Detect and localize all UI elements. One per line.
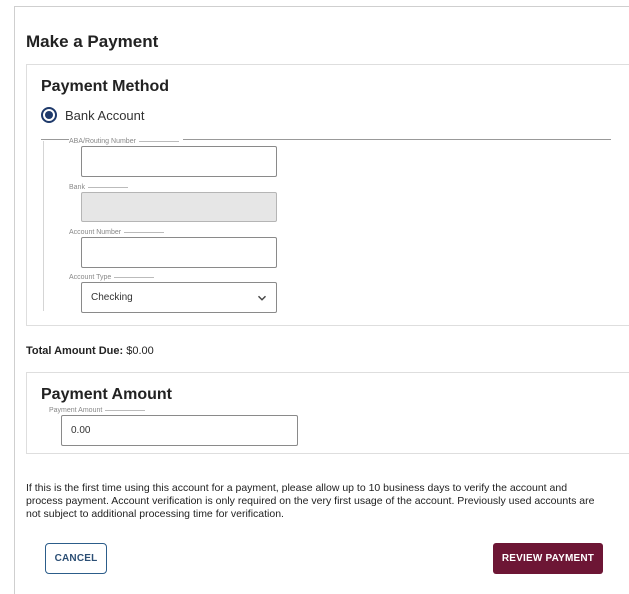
bank-field: Bank: [69, 184, 277, 222]
radio-selected-dot: [45, 111, 53, 119]
cancel-button[interactable]: CANCEL: [45, 543, 107, 574]
bank-account-radio[interactable]: [41, 107, 57, 123]
payment-amount-label: Payment Amount: [49, 407, 150, 414]
payment-method-title: Payment Method: [41, 78, 170, 95]
routing-number-input[interactable]: [81, 146, 277, 177]
bank-account-option[interactable]: Bank Account: [41, 107, 145, 123]
payment-amount-title: Payment Amount: [41, 386, 172, 403]
account-type-label: Account Type: [69, 274, 159, 281]
payment-amount-input[interactable]: [61, 415, 298, 446]
routing-number-label: ABA/Routing Number: [69, 138, 183, 145]
bank-fields-guide: [43, 141, 44, 311]
payment-amount-card: Payment Amount Payment Amount 0.00: [26, 372, 629, 454]
page-title: Make a Payment: [26, 32, 159, 51]
bank-account-label: Bank Account: [65, 107, 145, 123]
review-payment-button[interactable]: REVIEW PAYMENT: [493, 543, 603, 574]
chevron-down-icon[interactable]: [257, 293, 267, 303]
routing-number-field[interactable]: ABA/Routing Number: [69, 138, 277, 177]
account-number-label: Account Number: [69, 229, 169, 236]
account-number-field[interactable]: Account Number: [69, 229, 277, 268]
total-due-label: Total Amount Due:: [26, 345, 124, 357]
total-due-value: $0.00: [126, 345, 154, 357]
account-number-input[interactable]: [81, 237, 277, 268]
payment-amount-value: 0.00: [71, 425, 91, 436]
verification-notice: If this is the first time using this acc…: [26, 482, 595, 520]
account-type-value: Checking: [91, 292, 133, 303]
payment-method-card: Payment Method Bank Account ABA/Routing …: [26, 64, 629, 326]
bank-label: Bank: [69, 184, 132, 191]
total-amount-due: Total Amount Due: $0.00: [26, 345, 154, 357]
account-type-select[interactable]: Account Type Checking: [69, 274, 277, 313]
bank-input: [81, 192, 277, 222]
payment-amount-field[interactable]: Payment Amount 0.00: [49, 407, 298, 446]
